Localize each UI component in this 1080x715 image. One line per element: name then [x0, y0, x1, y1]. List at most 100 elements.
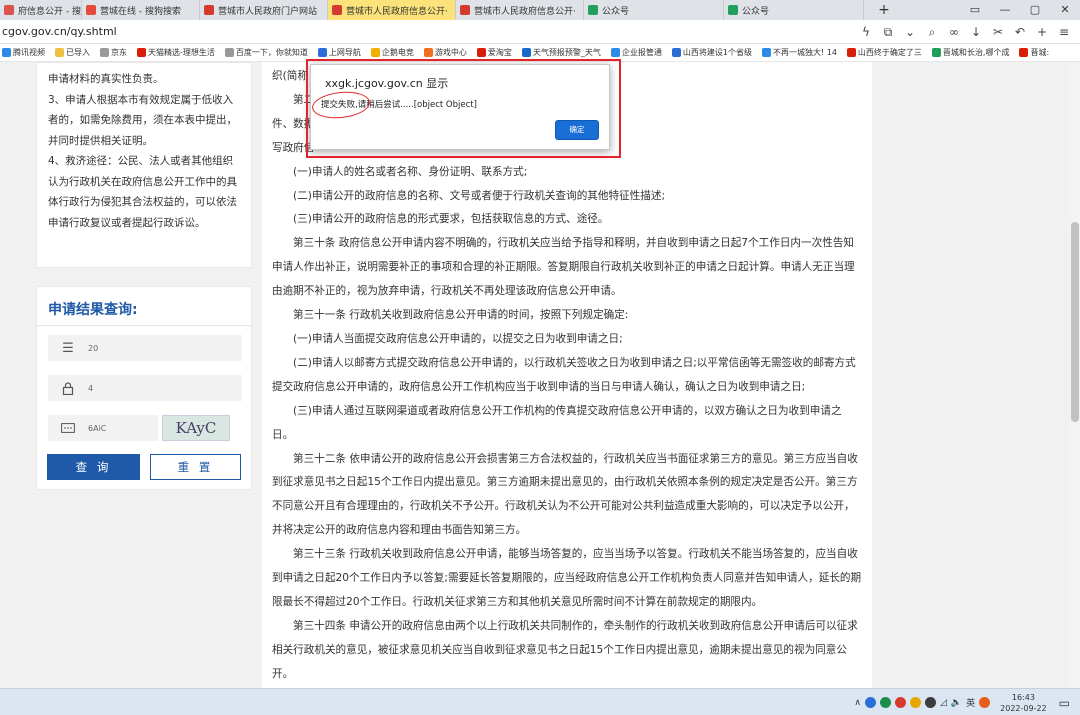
bookmark-label: 已导入 [66, 48, 90, 57]
bookmark-item[interactable]: 天猫精选-理想生活 [137, 47, 215, 58]
bookmark-item[interactable]: 不再一城独大! 14 [761, 47, 837, 58]
shield-icon[interactable] [865, 697, 876, 708]
browser-tab[interactable]: 营城在线 - 搜狗搜索 [82, 0, 200, 20]
bookmark-item[interactable]: 晋城: [1019, 47, 1049, 58]
scrollbar-thumb[interactable] [1071, 222, 1079, 422]
tab-label: 公众号 [742, 6, 770, 17]
new-tab-button[interactable]: + [864, 0, 904, 20]
bookmark-item[interactable]: 已导入 [55, 47, 90, 58]
tab-label: 营城在线 - 搜狗搜索 [100, 6, 181, 17]
search-icon[interactable]: ⌕ [924, 24, 940, 40]
menu-icon[interactable]: ≡ [1056, 24, 1072, 40]
window-restore-icon[interactable]: ▭ [960, 0, 990, 20]
bookmark-item[interactable]: 企业报管通 [610, 47, 662, 58]
browser-tab[interactable]: 公众号 [584, 0, 724, 20]
bookmark-icon [761, 48, 771, 57]
query-title: 申请结果查询: [48, 302, 138, 318]
url-text[interactable]: cgov.gov.cn/qy.shtml [0, 25, 117, 38]
input-method-icon[interactable] [979, 697, 991, 708]
bookmark-icon [846, 48, 856, 57]
article-paragraph: 第三十一条 行政机关收到政府信息公开申请的时间，按照下列规定确定: [293, 309, 629, 322]
bookmark-label: 企鹅电竞 [381, 48, 414, 57]
captcha-icon [48, 423, 88, 433]
bookmark-item[interactable]: 企鹅电竞 [370, 47, 414, 58]
lightning-icon[interactable]: ϟ [858, 24, 874, 40]
bookmark-label: 晋城和长治,哪个成 [942, 48, 1010, 57]
volume-icon[interactable]: 🔈 [951, 698, 962, 708]
lock-icon [48, 381, 88, 395]
captcha-input[interactable]: 6AiC [48, 415, 158, 441]
bookmark-item[interactable]: 上网导航 [317, 47, 361, 58]
application-number-input[interactable]: ☰ 20 [48, 335, 242, 361]
address-bar[interactable]: cgov.gov.cn/qy.shtml ϟ ⧉ ⌄ ⌕ ∞ ↓ ✂ ↶ + ≡ [0, 20, 1080, 44]
plus-icon[interactable]: + [1034, 24, 1050, 40]
chevron-up-icon[interactable]: ∧ [854, 698, 861, 708]
browser-tab[interactable]: 府信息公开 - 搜狗搜索 [0, 0, 82, 20]
vertical-scrollbar[interactable] [1070, 62, 1080, 688]
bookmark-label: 百度一下，你就知道 [235, 48, 308, 57]
security-icon[interactable] [880, 697, 891, 708]
app-icon[interactable] [910, 697, 921, 708]
bookmark-item[interactable]: 腾讯视频 [2, 47, 45, 58]
bookmark-item[interactable]: 晋城和长治,哪个成 [931, 47, 1010, 58]
system-tray: ∧ ◿ 🔈 英 16:43 2022-09-22 ▭ [854, 689, 1080, 715]
chevron-down-icon[interactable]: ⌄ [902, 24, 918, 40]
bookmark-item[interactable]: 天气预报预警_天气 [521, 47, 601, 58]
tab-label: 营城市人民政府门户网站 [218, 6, 318, 17]
tab-favicon-icon [728, 5, 738, 15]
bookmark-icon [317, 48, 327, 57]
query-button[interactable]: 查 询 [47, 454, 140, 480]
article-paragraph: 第三十三条 行政机关收到政府信息公开申请，能够当场答复的，应当当场予以答复。行政… [272, 548, 862, 608]
bookmark-icon [55, 48, 64, 57]
field-value: 20 [88, 343, 99, 353]
scissors-icon[interactable]: ✂ [990, 24, 1006, 40]
bookmark-item[interactable]: 山西终于确定了三 [846, 47, 922, 58]
translate-icon[interactable]: ⧉ [880, 24, 896, 40]
bookmark-icon [1019, 48, 1029, 57]
bookmark-item[interactable]: 百度一下，你就知道 [224, 47, 308, 58]
browser-tab[interactable]: 公众号 [724, 0, 864, 20]
extension-icon[interactable]: ∞ [946, 24, 962, 40]
close-icon[interactable]: ✕ [1050, 0, 1080, 20]
bookmark-label: 山西终于确定了三 [857, 48, 922, 57]
reset-button[interactable]: 重 置 [150, 454, 241, 480]
tab-label: 营城市人民政府信息公开· [346, 6, 448, 17]
tab-favicon-icon [332, 5, 342, 15]
bookmark-item[interactable]: 京东 [100, 47, 127, 58]
download-icon[interactable]: ↓ [968, 24, 984, 40]
bookmark-item[interactable]: 游戏中心 [423, 47, 467, 58]
captcha-image[interactable]: KAyC [162, 415, 230, 441]
article-paragraph: (二)申请人以邮寄方式提交政府信息公开申请的，以行政机关签收之日为收到申请之日;… [272, 356, 856, 393]
note-line: 4、救济途径：公民、法人或者其他组织认为行政机关在政府信息公开工作中的具体行政行… [48, 155, 237, 229]
notification-icon[interactable]: ▭ [1059, 696, 1070, 710]
clock[interactable]: 16:43 2022-09-22 [1000, 692, 1047, 714]
bookmark-label: 天猫精选-理想生活 [148, 48, 215, 57]
divider [37, 325, 253, 326]
article-paragraph: (三)申请人通过互联网渠道或者政府信息公开工作机构的传真提交政府信息公开申请的，… [272, 404, 842, 441]
browser-tab[interactable]: 营城市人民政府门户网站 [200, 0, 328, 20]
password-input[interactable]: 4 [48, 375, 242, 401]
minimize-icon[interactable]: — [990, 0, 1020, 20]
maximize-icon[interactable]: ▢ [1020, 0, 1050, 20]
bookmark-label: 游戏中心 [434, 48, 467, 57]
list-icon: ☰ [62, 340, 74, 356]
bookmark-icon [476, 48, 486, 57]
article-paragraph: 第三十二条 依申请公开的政府信息公开会损害第三方合法权益的，行政机关应当书面征求… [272, 452, 858, 537]
browser-tab[interactable]: 营城市人民政府信息公开· [456, 0, 584, 20]
app-icon[interactable] [895, 697, 906, 708]
article-paragraph: (一)申请人当面提交政府信息公开申请的，以提交之日为收到申请之日; [293, 332, 623, 345]
article-paragraph: 第三十四条 申请公开的政府信息由两个以上行政机关共同制作的，牵头制作的行政机关收… [272, 619, 858, 680]
ime-icon[interactable]: 英 [966, 696, 975, 709]
bookmark-icon [224, 48, 234, 57]
bookmark-icon [423, 48, 433, 57]
network-icon[interactable]: ◿ [940, 698, 947, 708]
tab-favicon-icon [460, 5, 470, 15]
bookmark-item[interactable]: 山西将建设1个省级 [671, 47, 752, 58]
bookmark-label: 山西将建设1个省级 [682, 48, 752, 57]
address-toolbar: ϟ ⧉ ⌄ ⌕ ∞ ↓ ✂ ↶ + ≡ [858, 20, 1080, 44]
undo-icon[interactable]: ↶ [1012, 24, 1028, 40]
bookmark-item[interactable]: 爱淘宝 [476, 47, 512, 58]
app-icon[interactable] [925, 697, 936, 708]
browser-tab[interactable]: 营城市人民政府信息公开·× [328, 0, 456, 20]
bookmark-icon [2, 48, 11, 57]
